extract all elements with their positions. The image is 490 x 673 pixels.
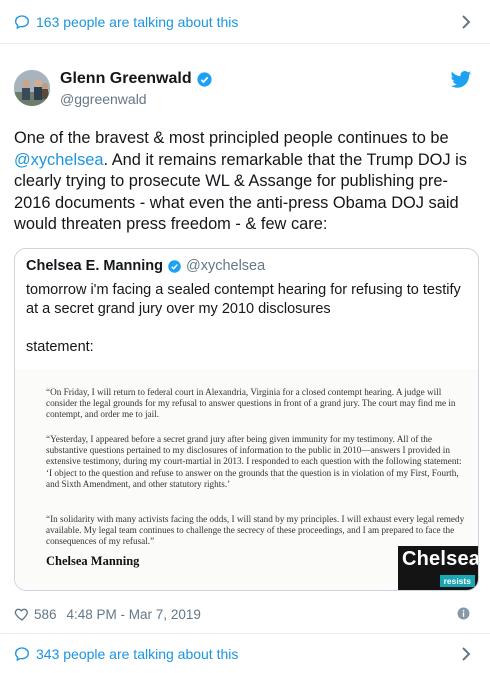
logo-tag: resists [439, 575, 475, 587]
avatar[interactable] [14, 70, 50, 106]
quoted-tweet-header: Chelsea E. Manning @xychelsea [26, 258, 265, 274]
quoted-tweet-text: tomorrow i'm facing a sealed contempt he… [26, 282, 461, 317]
conversation-link-top[interactable]: 163 people are talking about this [0, 0, 490, 44]
statement-paragraph-3: “In solidarity with many activists facin… [46, 514, 465, 547]
verified-badge-icon [197, 71, 212, 87]
author-handle[interactable]: @ggreenwald [60, 91, 147, 107]
chevron-right-icon [462, 646, 471, 661]
quoted-author-handle: @xychelsea [185, 258, 266, 274]
like-count[interactable]: 586 [34, 607, 57, 622]
quoted-author-name: Chelsea E. Manning [26, 258, 163, 274]
tweet-header: Glenn Greenwald @ggreenwald [14, 64, 476, 112]
mention-link[interactable]: @xychelsea [14, 151, 104, 169]
quoted-statement-label: statement: [26, 339, 94, 355]
speech-bubble-icon [14, 646, 30, 661]
chelsea-resists-logo: Chelsea resists [398, 546, 478, 590]
statement-image[interactable]: “On Friday, I will return to federal cou… [15, 369, 478, 590]
conversation-count-text: 163 people are talking about this [36, 13, 239, 30]
tweet-footer: 586 4:48 PM - Mar 7, 2019 [14, 604, 476, 624]
quoted-tweet[interactable]: Chelsea E. Manning @xychelsea tomorrow i… [14, 248, 479, 591]
speech-bubble-icon [14, 14, 30, 29]
logo-word: Chelsea [402, 548, 479, 570]
tweet-timestamp[interactable]: 4:48 PM - Mar 7, 2019 [67, 607, 201, 622]
chevron-right-icon [462, 14, 471, 29]
conversation-link-bottom[interactable]: 343 people are talking about this [0, 633, 490, 673]
author-name-row[interactable]: Glenn Greenwald [60, 70, 213, 88]
verified-badge-icon [168, 259, 181, 273]
twitter-bird-icon[interactable] [450, 70, 472, 90]
conversation-count-text: 343 people are talking about this [36, 645, 239, 662]
author-name[interactable]: Glenn Greenwald [60, 70, 192, 88]
statement-paragraph-1: “On Friday, I will return to federal cou… [46, 387, 456, 420]
tweet-text: One of the bravest & most principled peo… [14, 128, 480, 236]
statement-signature: Chelsea Manning [46, 554, 140, 568]
tweet-text-part-1: One of the bravest & most principled peo… [14, 129, 449, 147]
info-icon[interactable] [457, 607, 470, 620]
heart-icon[interactable] [14, 606, 30, 622]
statement-paragraph-2: “Yesterday, I appeared before a secret g… [46, 434, 462, 489]
tweet-card: Glenn Greenwald @ggreenwald One of the b… [14, 64, 476, 236]
